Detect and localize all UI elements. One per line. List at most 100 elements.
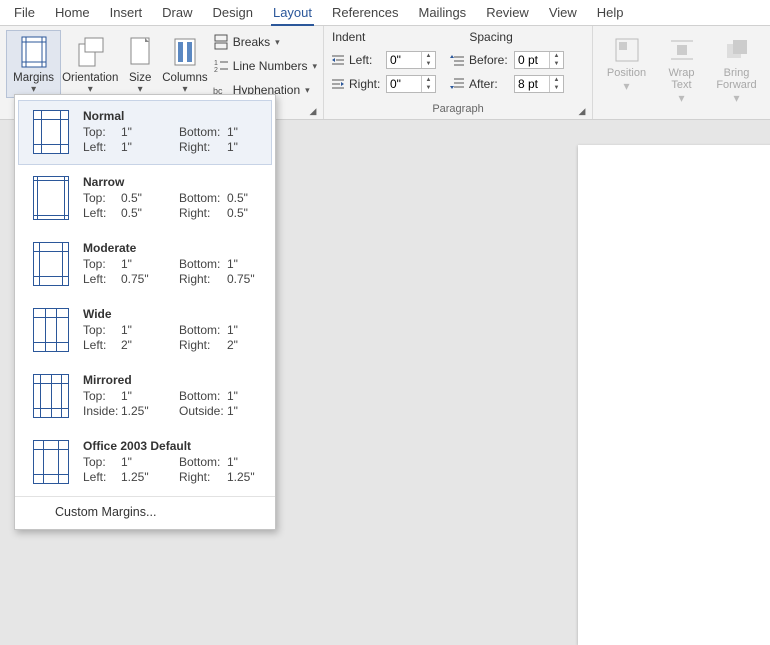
page-setup-mini: Breaks▾ 12 Line Numbers▾ bc Hyphenation▾ [213, 30, 317, 100]
spacing-after-spinner[interactable]: ▲▼ [514, 75, 564, 93]
margin-preset-office-2003-default[interactable]: Office 2003 DefaultTop:1"Bottom:1"Left:1… [18, 430, 272, 495]
preset-name: Mirrored [83, 373, 259, 387]
up-arrow-icon[interactable]: ▲ [422, 52, 435, 60]
down-arrow-icon[interactable]: ▼ [422, 84, 435, 92]
orientation-icon [75, 35, 105, 69]
margin-preset-normal[interactable]: NormalTop:1"Bottom:1"Left:1"Right:1" [18, 100, 272, 165]
spacing-before-label: Before: [469, 53, 511, 67]
size-icon [127, 35, 153, 69]
group-label-paragraph: Paragraph [330, 101, 586, 119]
spacing-before-spinner[interactable]: ▲▼ [514, 51, 564, 69]
margin-preset-wide[interactable]: WideTop:1"Bottom:1"Left:2"Right:2" [18, 298, 272, 363]
margins-button[interactable]: Margins ▾ [6, 30, 61, 98]
position-label: Position [607, 67, 646, 79]
preset-text: NarrowTop:0.5"Bottom:0.5"Left:0.5"Right:… [83, 175, 259, 220]
tab-draw[interactable]: Draw [152, 0, 202, 26]
indent-title: Indent [332, 30, 365, 44]
indent-right-spinner[interactable]: ▲▼ [386, 75, 436, 93]
margin-thumb-icon [33, 176, 69, 220]
preset-name: Narrow [83, 175, 259, 189]
up-arrow-icon[interactable]: ▲ [550, 76, 563, 84]
spacing-before-input[interactable] [515, 52, 549, 68]
spacing-after-label: After: [469, 77, 511, 91]
orientation-button[interactable]: Orientation ▾ [61, 30, 119, 98]
margin-thumb-icon [33, 440, 69, 484]
margins-dropdown: NormalTop:1"Bottom:1"Left:1"Right:1" Narr… [14, 94, 276, 530]
wrap-text-icon [668, 36, 696, 64]
indent-left-icon [330, 53, 346, 67]
down-arrow-icon[interactable]: ▼ [550, 60, 563, 68]
line-numbers-label: Line Numbers [233, 59, 308, 73]
tab-view[interactable]: View [539, 0, 587, 26]
svg-text:1: 1 [214, 60, 218, 67]
svg-text:2: 2 [214, 67, 218, 74]
chevron-down-icon: ▾ [305, 85, 310, 96]
preset-text: NormalTop:1"Bottom:1"Left:1"Right:1" [83, 109, 259, 154]
up-arrow-icon[interactable]: ▲ [422, 76, 435, 84]
breaks-label: Breaks [233, 35, 270, 49]
position-icon [613, 36, 641, 64]
line-numbers-button[interactable]: 12 Line Numbers ▾ [213, 56, 317, 76]
margin-preset-mirrored[interactable]: MirroredTop:1"Bottom:1"Inside:1.25"Outsi… [18, 364, 272, 429]
indent-left-label: Left: [349, 53, 383, 67]
ribbon-tabs: FileHomeInsertDrawDesignLayoutReferences… [0, 0, 770, 26]
breaks-button[interactable]: Breaks ▾ [213, 32, 317, 52]
tab-layout[interactable]: Layout [263, 0, 322, 26]
preset-text: Office 2003 DefaultTop:1"Bottom:1"Left:1… [83, 439, 259, 484]
page-setup-dialog-launcher[interactable]: ◢ [307, 105, 319, 117]
down-arrow-icon[interactable]: ▼ [422, 60, 435, 68]
custom-margins-button[interactable]: Custom Margins... [15, 496, 275, 529]
down-arrow-icon[interactable]: ▼ [550, 84, 563, 92]
group-label-arrange [599, 101, 764, 119]
wrap-text-label: Wrap Text [668, 67, 694, 91]
margin-thumb-icon [33, 242, 69, 286]
tab-review[interactable]: Review [476, 0, 539, 26]
spacing-after-icon [450, 77, 466, 91]
margin-preset-narrow[interactable]: NarrowTop:0.5"Bottom:0.5"Left:0.5"Right:… [18, 166, 272, 231]
preset-name: Office 2003 Default [83, 439, 259, 453]
breaks-icon [213, 34, 229, 50]
group-paragraph: Indent Spacing Left: ▲▼ Before: ▲▼ Right… [324, 26, 593, 119]
tab-references[interactable]: References [322, 0, 408, 26]
margin-thumb-icon [33, 308, 69, 352]
tab-help[interactable]: Help [587, 0, 634, 26]
tab-home[interactable]: Home [45, 0, 100, 26]
document-page [578, 145, 770, 645]
spacing-after-input[interactable] [515, 76, 549, 92]
size-button[interactable]: Size ▾ [119, 30, 161, 98]
columns-icon [172, 35, 198, 69]
preset-name: Moderate [83, 241, 259, 255]
bring-forward-icon [723, 36, 751, 64]
up-arrow-icon[interactable]: ▲ [550, 52, 563, 60]
preset-name: Wide [83, 307, 259, 321]
bring-forward-label: Bring Forward [716, 67, 756, 91]
indent-left-input[interactable] [387, 52, 421, 68]
preset-text: WideTop:1"Bottom:1"Left:2"Right:2" [83, 307, 259, 352]
chevron-down-icon: ▾ [623, 79, 629, 93]
columns-button[interactable]: Columns ▾ [161, 30, 209, 98]
group-arrange: Position ▾ Wrap Text ▾ Bring Forward ▾ [593, 26, 770, 119]
margin-thumb-icon [33, 374, 69, 418]
preset-text: MirroredTop:1"Bottom:1"Inside:1.25"Outsi… [83, 373, 259, 418]
margin-thumb-icon [33, 110, 69, 154]
chevron-down-icon: ▾ [312, 61, 317, 72]
tab-file[interactable]: File [4, 0, 45, 26]
position-button[interactable]: Position ▾ [599, 30, 654, 98]
bring-forward-button[interactable]: Bring Forward ▾ [709, 30, 764, 98]
wrap-text-button[interactable]: Wrap Text ▾ [654, 30, 709, 98]
indent-right-label: Right: [349, 77, 383, 91]
tab-mailings[interactable]: Mailings [409, 0, 477, 26]
indent-right-icon [330, 77, 346, 91]
chevron-down-icon: ▾ [275, 37, 280, 48]
tab-insert[interactable]: Insert [100, 0, 153, 26]
preset-name: Normal [83, 109, 259, 123]
paragraph-dialog-launcher[interactable]: ◢ [576, 105, 588, 117]
tab-design[interactable]: Design [203, 0, 263, 26]
line-numbers-icon: 12 [213, 58, 229, 74]
margin-preset-moderate[interactable]: ModerateTop:1"Bottom:1"Left:0.75"Right:0… [18, 232, 272, 297]
indent-left-spinner[interactable]: ▲▼ [386, 51, 436, 69]
indent-right-input[interactable] [387, 76, 421, 92]
spacing-before-icon [450, 53, 466, 67]
margins-icon [19, 35, 49, 69]
preset-text: ModerateTop:1"Bottom:1"Left:0.75"Right:0… [83, 241, 259, 286]
